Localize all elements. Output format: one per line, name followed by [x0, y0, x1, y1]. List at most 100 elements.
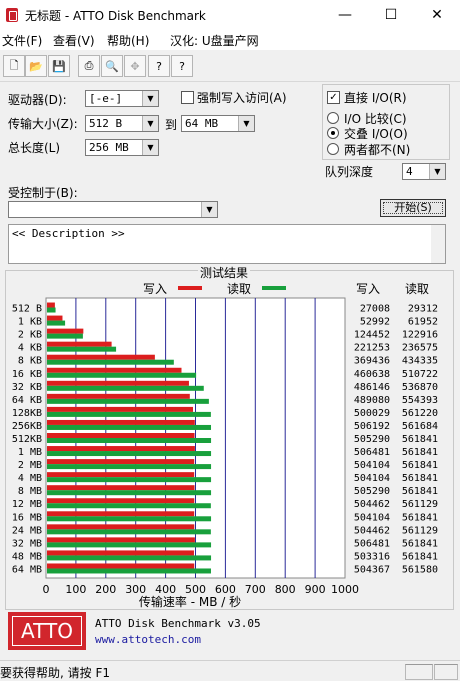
write-value: 27008 [360, 304, 390, 315]
write-value: 460638 [354, 369, 390, 380]
write-column-header: 写入 [356, 282, 380, 296]
write-bar [47, 511, 195, 517]
category-label: 48 MB [12, 551, 42, 562]
write-bar [47, 354, 155, 360]
read-value: 536870 [402, 382, 438, 393]
write-bar [47, 459, 195, 465]
x-tick-label: 700 [245, 583, 266, 596]
category-label: 8 KB [18, 356, 42, 367]
read-value: 561841 [402, 486, 438, 497]
read-bar [47, 346, 117, 352]
write-value: 504462 [354, 525, 390, 536]
read-bar [47, 385, 204, 391]
read-bar [47, 438, 212, 443]
write-value: 52992 [360, 317, 390, 328]
write-value: 505290 [354, 434, 390, 445]
read-value: 561129 [402, 499, 438, 510]
x-axis-label: 传输速率 - MB / 秒 [139, 594, 241, 609]
write-value: 504104 [354, 460, 390, 471]
write-bar [47, 393, 190, 399]
write-bar [47, 550, 194, 556]
write-bar [47, 524, 195, 530]
atto-logo: ATTO [8, 612, 86, 650]
write-bar [47, 433, 195, 438]
x-tick-label: 900 [305, 583, 326, 596]
read-bar [47, 503, 211, 509]
write-value: 124452 [354, 330, 390, 341]
status-indicator-1 [405, 664, 433, 680]
status-bar: 要获得帮助, 请按 F1 [0, 660, 460, 681]
read-value: 561841 [402, 447, 438, 458]
read-bar [47, 411, 211, 417]
write-bar [47, 446, 195, 452]
read-value: 561841 [402, 512, 438, 523]
write-value: 506481 [354, 538, 390, 549]
read-value: 561684 [402, 421, 438, 432]
x-tick-label: 800 [275, 583, 296, 596]
read-value: 236575 [402, 343, 438, 354]
write-bar [47, 341, 112, 347]
write-bar [47, 419, 195, 425]
write-bar [47, 472, 195, 478]
category-label: 64 KB [12, 395, 42, 406]
category-label: 1 KB [18, 317, 42, 328]
read-value: 561841 [402, 460, 438, 471]
category-label: 8 MB [18, 486, 42, 497]
write-value: 506481 [354, 447, 390, 458]
read-value: 561841 [402, 551, 438, 562]
read-value: 561841 [402, 538, 438, 549]
read-bar [47, 555, 212, 561]
read-bar [47, 464, 212, 470]
category-label: 32 KB [12, 382, 42, 393]
category-label: 512 B [12, 304, 42, 315]
read-bar [47, 372, 197, 378]
write-value: 504104 [354, 473, 390, 484]
write-bar [47, 380, 189, 386]
x-tick-label: 1000 [331, 583, 359, 596]
category-label: 16 KB [12, 369, 42, 380]
version-text: ATTO Disk Benchmark v3.05 [95, 617, 261, 630]
read-bar [47, 320, 66, 326]
read-value: 561129 [402, 525, 438, 536]
read-value: 561220 [402, 408, 438, 419]
category-label: 1 MB [18, 447, 42, 458]
write-value: 503316 [354, 551, 390, 562]
read-value: 434335 [402, 356, 438, 367]
read-value: 561841 [402, 473, 438, 484]
x-tick-label: 0 [43, 583, 50, 596]
write-bar [47, 537, 195, 543]
status-text: 要获得帮助, 请按 F1 [0, 666, 110, 680]
write-value: 505290 [354, 486, 390, 497]
read-value: 122916 [402, 330, 438, 341]
read-bar [47, 529, 211, 535]
write-bar [47, 563, 195, 569]
read-bar [47, 477, 212, 483]
status-indicator-2 [434, 664, 458, 680]
x-tick-label: 200 [95, 583, 116, 596]
category-label: 32 MB [12, 538, 42, 549]
category-label: 16 MB [12, 512, 42, 523]
write-value: 504104 [354, 512, 390, 523]
read-column-header: 读取 [405, 282, 429, 296]
write-value: 221253 [354, 343, 390, 354]
write-value: 369436 [354, 356, 390, 367]
read-value: 561841 [402, 434, 438, 445]
read-value: 510722 [402, 369, 438, 380]
write-bar [47, 302, 55, 308]
read-bar [47, 424, 212, 430]
write-bar [47, 367, 182, 373]
category-label: 2 KB [18, 330, 42, 341]
read-bar [47, 542, 212, 548]
benchmark-chart: 0 100 200 300 400 500 600 700 800 900 1000512 B 270… [12, 282, 438, 609]
read-bar [47, 568, 211, 574]
read-value: 554393 [402, 395, 438, 406]
read-bar [47, 516, 212, 522]
write-value: 504462 [354, 499, 390, 510]
category-label: 128KB [12, 408, 42, 419]
write-value: 486146 [354, 382, 390, 393]
write-bar [47, 406, 194, 412]
write-value: 504367 [354, 564, 390, 575]
read-bar [47, 398, 209, 404]
category-label: 24 MB [12, 525, 42, 536]
website-link[interactable]: www.attotech.com [95, 633, 201, 646]
